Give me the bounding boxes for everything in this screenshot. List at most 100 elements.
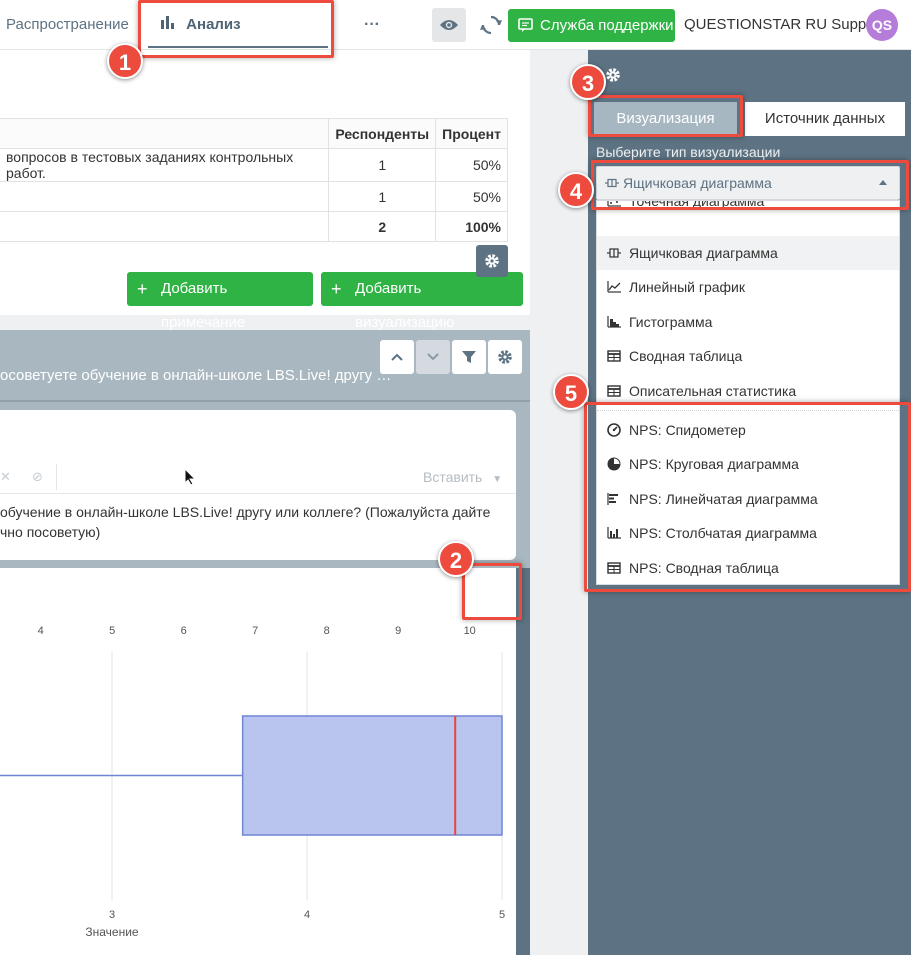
annotation-badge: 3 bbox=[570, 64, 606, 100]
callout-frame-type-select bbox=[591, 160, 909, 210]
top-axis-tick-label: 8 bbox=[324, 625, 330, 637]
callout-frame-nps-options bbox=[584, 402, 911, 592]
table-cell-label bbox=[0, 211, 330, 242]
insert-dropdown[interactable]: Вставить ▼ bbox=[423, 469, 502, 485]
chevron-up-icon bbox=[391, 353, 403, 361]
question-text[interactable]: обучение в онлайн-школе LBS.Live! другу … bbox=[0, 502, 500, 542]
question-panel: осоветуете обучение в онлайн-школе LBS.L… bbox=[0, 330, 530, 955]
question-text-line: обучение в онлайн-школе LBS.Live! другу … bbox=[0, 504, 491, 520]
table-cell-respondents: 1 bbox=[328, 181, 437, 212]
clear-format-icon[interactable]: ✕ bbox=[0, 469, 11, 485]
annotation-badge: 1 bbox=[107, 43, 143, 79]
add-visualization-button[interactable]: + Добавить визуализацию bbox=[321, 272, 523, 331]
bottom-axis-tick-label: 5 bbox=[499, 909, 505, 921]
table-cell-percent: 50% bbox=[435, 181, 508, 212]
option-line-chart[interactable]: Линейный график bbox=[597, 270, 899, 304]
table-icon bbox=[607, 350, 621, 362]
top-axis-tick-label: 7 bbox=[252, 625, 258, 637]
preview-button[interactable] bbox=[432, 8, 466, 42]
visualization-type-label: Выберите тип визуализации bbox=[596, 144, 781, 160]
option-histogram[interactable]: Гистограмма bbox=[597, 305, 899, 339]
question-text-line: чно посоветую) bbox=[0, 524, 101, 540]
option-label: Сводная таблица bbox=[629, 348, 743, 364]
table-icon bbox=[607, 385, 621, 397]
callout-frame-visualization-tab bbox=[588, 95, 743, 137]
question-text-card: ✕ ⊘ Вставить ▼ обучение в онлайн-школе L… bbox=[0, 410, 516, 560]
option-label: Ящичковая диаграмма bbox=[629, 245, 778, 261]
plus-icon: + bbox=[331, 279, 342, 299]
plus-icon: + bbox=[137, 279, 148, 299]
table-cell-label: вопросов в тестовых заданиях контрольных… bbox=[0, 148, 330, 182]
table-header-empty bbox=[0, 118, 330, 149]
gear-icon bbox=[498, 350, 512, 364]
support-button-label: Служба поддержки bbox=[540, 17, 674, 34]
line-chart-icon bbox=[607, 281, 621, 293]
option-boxplot[interactable]: Ящичковая диаграмма bbox=[597, 236, 899, 270]
table-cell-respondents: 2 bbox=[328, 211, 437, 242]
chart-card: 4 5 6 7 8 9 10 3 4 5 Значение bbox=[0, 568, 516, 955]
question-settings-button[interactable] bbox=[488, 340, 522, 374]
tab-distribution[interactable]: Распространение bbox=[6, 0, 129, 50]
option-pivot-table[interactable]: Сводная таблица bbox=[597, 339, 899, 373]
top-axis-tick-label: 4 bbox=[38, 625, 44, 637]
strike-icon[interactable]: ⊘ bbox=[32, 469, 43, 485]
question-panel-header: осоветуете обучение в онлайн-школе LBS.L… bbox=[0, 330, 530, 400]
chevron-down-icon bbox=[427, 353, 439, 361]
results-table: Респонденты Процент вопросов в тестовых … bbox=[0, 118, 508, 242]
box-body bbox=[241, 715, 503, 836]
eye-icon bbox=[440, 20, 458, 30]
refresh-icon[interactable] bbox=[480, 14, 502, 36]
caret-down-icon: ▼ bbox=[492, 474, 503, 485]
add-note-label: Добавить примечание bbox=[161, 280, 246, 331]
box-plot-chart: 4 5 6 7 8 9 10 3 4 5 Значение bbox=[0, 625, 505, 939]
table-header-respondents: Респонденты bbox=[328, 118, 437, 149]
option-label: Описательная статистика bbox=[629, 383, 797, 399]
table-row: 1 50% bbox=[0, 181, 508, 212]
add-note-button[interactable]: + Добавить примечание bbox=[127, 272, 313, 331]
bottom-axis-tick-label: 4 bbox=[304, 909, 310, 921]
tab-data-source[interactable]: Источник данных bbox=[745, 102, 905, 136]
top-axis-tick-label: 5 bbox=[109, 625, 115, 637]
bottom-axis-tick-label: 3 bbox=[109, 909, 115, 921]
option-label: Гистограмма bbox=[629, 314, 713, 330]
table-cell-percent: 100% bbox=[435, 211, 508, 242]
callout-frame-analysis-tab bbox=[138, 0, 334, 58]
callout-frame-chart-settings bbox=[462, 563, 522, 620]
table-header-percent: Процент bbox=[435, 118, 508, 149]
avatar[interactable]: QS bbox=[866, 9, 898, 41]
top-axis-tick-label: 6 bbox=[181, 625, 187, 637]
more-menu-button[interactable]: ··· bbox=[364, 0, 380, 50]
insert-label: Вставить bbox=[423, 469, 483, 485]
table-cell-respondents: 1 bbox=[328, 148, 437, 182]
x-axis-label: Значение bbox=[85, 925, 139, 939]
boxplot-icon bbox=[607, 248, 621, 258]
top-axis-tick-label: 9 bbox=[395, 625, 401, 637]
table-row: вопросов в тестовых заданиях контрольных… bbox=[0, 148, 508, 182]
histogram-icon bbox=[607, 316, 621, 328]
chat-icon bbox=[518, 18, 533, 32]
annotation-badge: 2 bbox=[438, 541, 474, 577]
gear-icon bbox=[485, 254, 499, 268]
top-navigation-bar: Распространение Анализ результатов ··· С… bbox=[0, 0, 911, 83]
mouse-cursor-icon bbox=[184, 468, 196, 486]
chart-settings-button[interactable] bbox=[476, 245, 508, 277]
results-card: Респонденты Процент вопросов в тестовых … bbox=[0, 50, 530, 331]
top-axis-tick-label: 10 bbox=[464, 625, 476, 637]
filter-icon bbox=[462, 351, 476, 363]
add-visualization-label: Добавить визуализацию bbox=[355, 280, 455, 331]
annotation-badge: 5 bbox=[553, 374, 589, 410]
question-panel-title: осоветуете обучение в онлайн-школе LBS.L… bbox=[0, 367, 392, 384]
panel-divider bbox=[0, 400, 530, 402]
table-cell-label bbox=[0, 181, 330, 212]
move-up-button[interactable] bbox=[380, 340, 414, 374]
annotation-badge: 4 bbox=[558, 172, 594, 208]
gear-icon bbox=[606, 68, 620, 82]
editor-toolbar: ✕ ⊘ Вставить ▼ bbox=[0, 460, 516, 494]
support-button[interactable]: Служба поддержки bbox=[508, 9, 675, 42]
toolbar-divider bbox=[56, 464, 57, 490]
account-name[interactable]: QUESTIONSTAR RU Support bbox=[684, 0, 884, 50]
chart-side-strip bbox=[516, 568, 530, 955]
table-cell-percent: 50% bbox=[435, 148, 508, 182]
move-down-button[interactable] bbox=[416, 340, 450, 374]
filter-button[interactable] bbox=[452, 340, 486, 374]
